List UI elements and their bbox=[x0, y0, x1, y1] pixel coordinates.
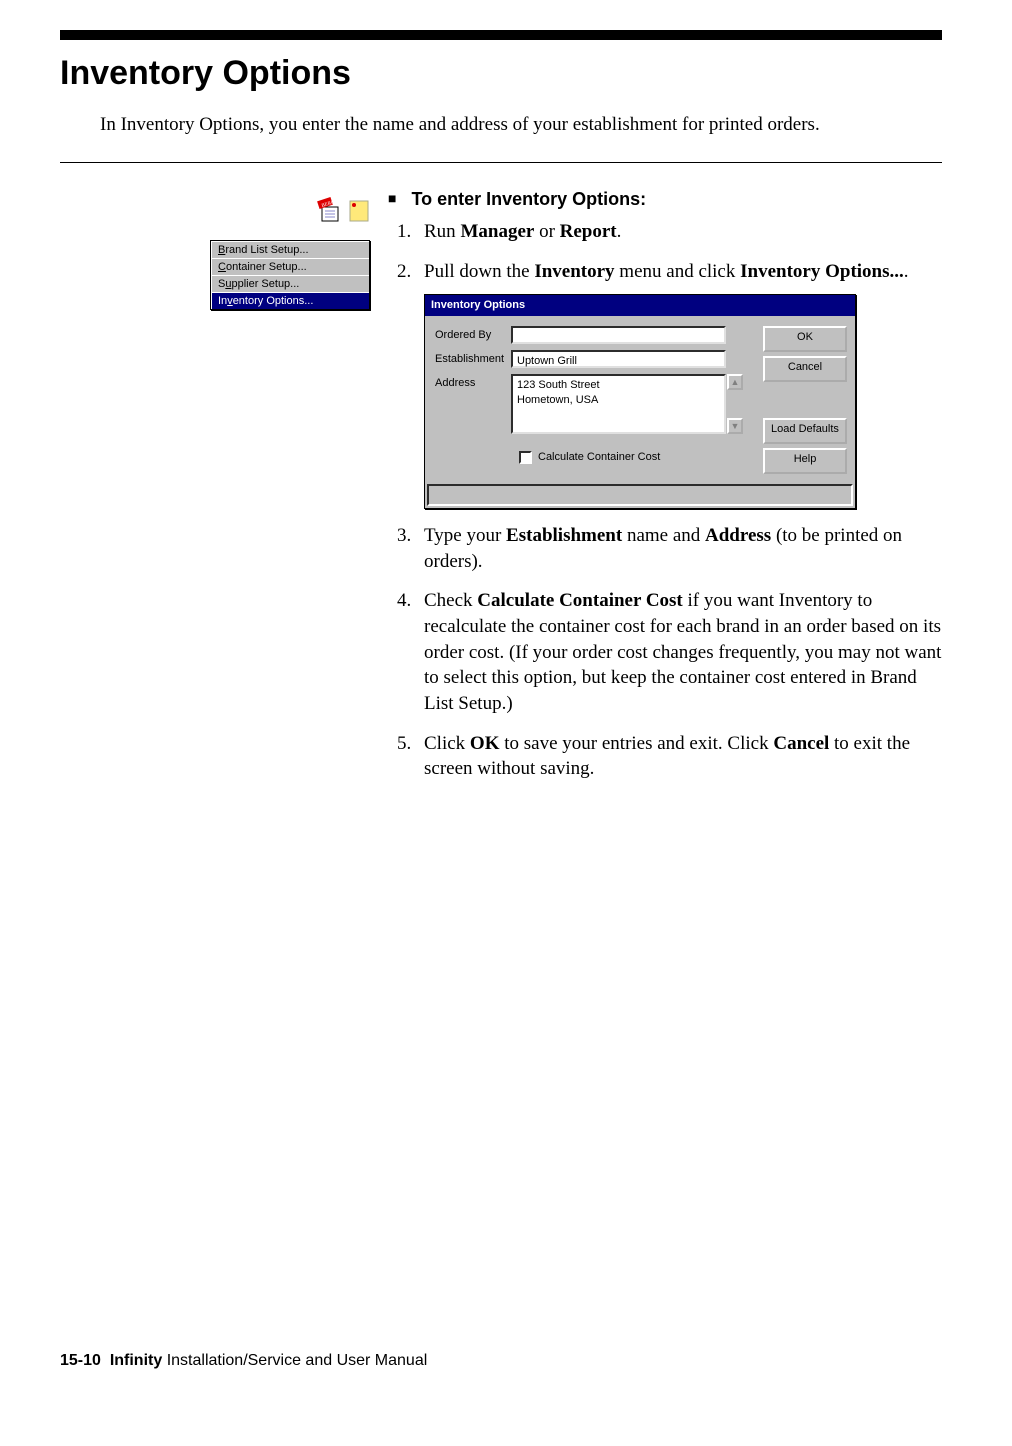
text: name and bbox=[622, 525, 705, 546]
text-bold: OK bbox=[470, 733, 500, 754]
text: . bbox=[617, 221, 622, 242]
intro-paragraph: In Inventory Options, you enter the name… bbox=[100, 112, 942, 138]
step-5: Click OK to save your entries and exit. … bbox=[416, 731, 942, 782]
page-number: 15-10 bbox=[60, 1352, 101, 1369]
header-rule bbox=[60, 30, 942, 40]
page-footer: 15-10 Infinity Installation/Service and … bbox=[60, 1352, 427, 1370]
step-1: Run Manager or Report. bbox=[416, 219, 942, 245]
steps-list: Run Manager or Report. Pull down the Inv… bbox=[388, 219, 942, 782]
menu-item-inventory-options[interactable]: Inventory Options... bbox=[211, 292, 369, 309]
establishment-label: Establishment bbox=[435, 350, 511, 367]
product-name: Infinity bbox=[110, 1352, 162, 1369]
text: menu and click bbox=[615, 261, 741, 282]
scroll-up-icon[interactable]: ▲ bbox=[727, 374, 743, 390]
task-title: To enter Inventory Options: bbox=[411, 189, 646, 209]
task-heading: ■ To enter Inventory Options: bbox=[388, 187, 942, 211]
calculate-container-cost-label: Calculate Container Cost bbox=[538, 450, 660, 465]
page-title: Inventory Options bbox=[60, 54, 942, 93]
step-3: Type your Establishment name and Address… bbox=[416, 523, 942, 574]
text-bold: Inventory Options... bbox=[740, 261, 904, 282]
scroll-down-icon[interactable]: ▼ bbox=[727, 418, 743, 434]
menu-item-brand-list-setup[interactable]: Brand List Setup... bbox=[211, 241, 369, 258]
address-label: Address bbox=[435, 374, 511, 391]
text-bold: Cancel bbox=[773, 733, 829, 754]
notes-icon: BERG bbox=[316, 197, 344, 230]
inventory-options-dialog: Inventory Options Ordered By Establishme… bbox=[424, 294, 856, 509]
footer-text: Installation/Service and User Manual bbox=[162, 1352, 427, 1369]
establishment-field[interactable]: Uptown Grill bbox=[511, 350, 726, 368]
text: Type your bbox=[424, 525, 506, 546]
ordered-by-label: Ordered By bbox=[435, 326, 511, 343]
text: Pull down the bbox=[424, 261, 534, 282]
dialog-titlebar: Inventory Options bbox=[425, 295, 855, 316]
text-bold: Establishment bbox=[506, 525, 622, 546]
help-button[interactable]: Help bbox=[763, 448, 847, 474]
text-bold: Address bbox=[705, 525, 771, 546]
status-bar bbox=[427, 484, 853, 506]
address-field[interactable]: 123 South Street Hometown, USA bbox=[511, 374, 726, 434]
step-4: Check Calculate Container Cost if you wa… bbox=[416, 588, 942, 716]
text: Check bbox=[424, 590, 477, 611]
text: . bbox=[904, 261, 909, 282]
ok-button[interactable]: OK bbox=[763, 326, 847, 352]
load-defaults-button[interactable]: Load Defaults bbox=[763, 418, 847, 444]
text-bold: Manager bbox=[460, 221, 534, 242]
square-bullet-icon: ■ bbox=[388, 190, 396, 206]
inventory-menu: Brand List Setup... Container Setup... S… bbox=[210, 240, 370, 310]
text-bold: Calculate Container Cost bbox=[477, 590, 682, 611]
text-bold: Report bbox=[560, 221, 617, 242]
menu-item-container-setup[interactable]: Container Setup... bbox=[211, 258, 369, 275]
menu-item-supplier-setup[interactable]: Supplier Setup... bbox=[211, 275, 369, 292]
text-bold: Inventory bbox=[534, 261, 614, 282]
text: Run bbox=[424, 221, 460, 242]
text: or bbox=[534, 221, 559, 242]
text: to save your entries and exit. Click bbox=[499, 733, 773, 754]
text: Click bbox=[424, 733, 470, 754]
cancel-button[interactable]: Cancel bbox=[763, 356, 847, 382]
step-2: Pull down the Inventory menu and click I… bbox=[416, 259, 942, 509]
calculate-container-cost-checkbox[interactable] bbox=[519, 451, 532, 464]
ordered-by-field[interactable] bbox=[511, 326, 726, 344]
divider bbox=[60, 162, 942, 163]
note-icon bbox=[348, 197, 370, 230]
